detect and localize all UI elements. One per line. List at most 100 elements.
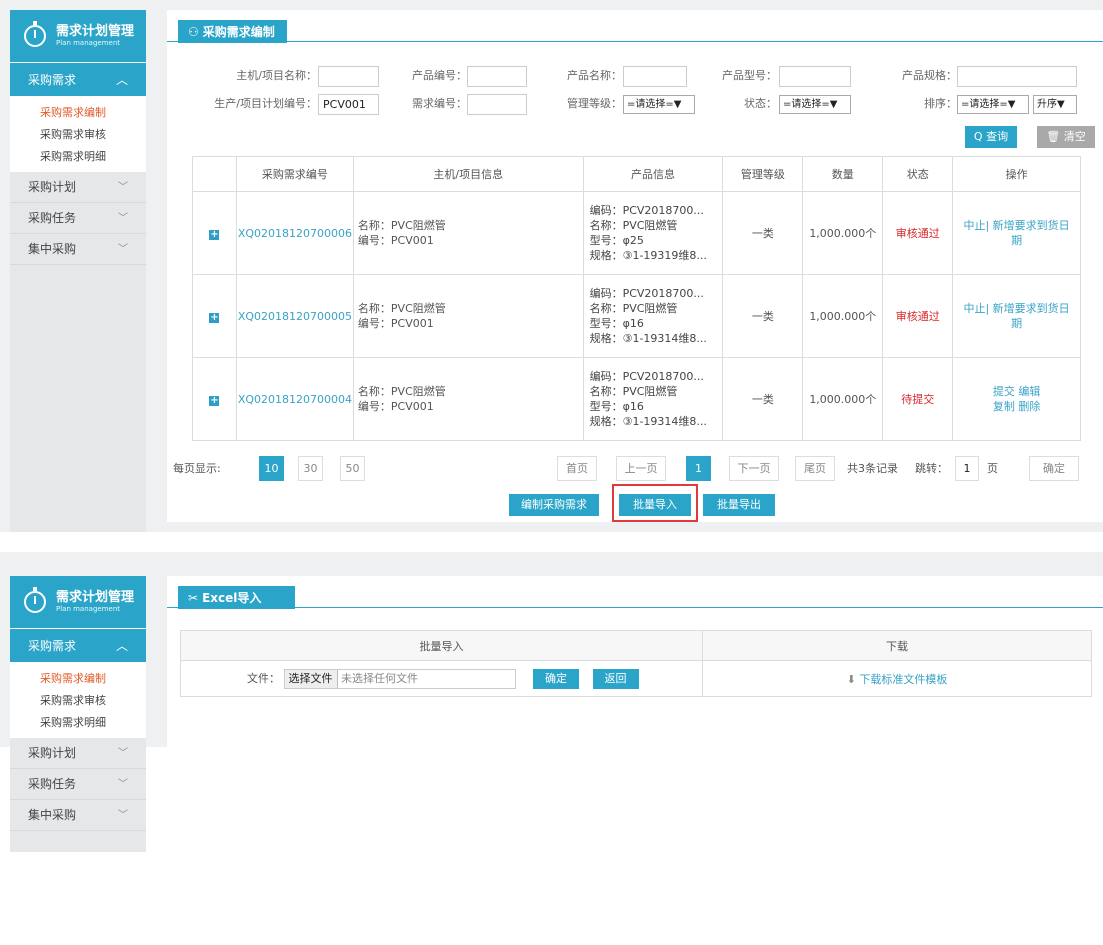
sidebar-group-demand[interactable]: 采购需求 ︿ (10, 62, 146, 96)
status-select[interactable]: =请选择=▼ (779, 95, 851, 114)
sidebar-item-label: 集中采购 (28, 242, 77, 256)
col-qty: 数量 (802, 156, 884, 192)
ops-link[interactable]: 中止| 新增要求到货日 (953, 301, 1080, 316)
sidebar-item-label: 集中采购 (28, 808, 77, 822)
product-name-input[interactable] (623, 66, 687, 87)
download-icon: ⬇ (846, 672, 856, 686)
level-cell: 一类 (722, 191, 804, 275)
batch-import-button[interactable]: 批量导入 (619, 494, 691, 516)
batch-export-button[interactable]: 批量导出 (703, 494, 775, 516)
col-product: 产品信息 (582, 156, 724, 192)
product-spec-input[interactable] (957, 66, 1077, 87)
product-model: 型号：φ25 (589, 234, 644, 247)
jump-input[interactable]: 1 (955, 456, 979, 481)
sidebar-item-demand-edit[interactable]: 采购需求编制 (10, 668, 146, 690)
sidebar-item-central[interactable]: 集中采购 ﹀ (10, 800, 146, 831)
demand-code-label: 需求编号： (412, 97, 467, 110)
plus-icon[interactable]: + (209, 229, 220, 240)
sidebar-header: 需求计划管理 Plan management (10, 10, 146, 62)
file-picker[interactable]: 选择文件 未选择任何文件 (283, 668, 516, 689)
choose-file-button[interactable]: 选择文件 (284, 669, 338, 688)
stopwatch-icon (24, 587, 46, 613)
chevron-up-icon: ︿ (115, 73, 128, 87)
back-button[interactable]: 返回 (592, 668, 639, 689)
ops-link[interactable]: 中止| 新增要求到货日 (953, 218, 1080, 233)
product-code: 编码：PCV2018700... (589, 287, 704, 300)
import-ok-button[interactable]: 确定 (533, 668, 579, 689)
plus-icon[interactable]: + (209, 312, 220, 323)
tab-excel-import[interactable]: ✂ Excel导入 (178, 586, 296, 609)
first-page-button[interactable]: 首页 (557, 456, 597, 481)
prev-page-button[interactable]: 上一页 (616, 456, 666, 481)
product-spec: 规格：③1-19314维8... (589, 415, 707, 428)
tab-bar: ⚇ 采购需求编制 (167, 10, 1103, 43)
sort-select[interactable]: =请选择=▼ (957, 95, 1029, 114)
demand-code-input[interactable] (467, 94, 527, 115)
ops-link[interactable]: 提交 编辑 (953, 384, 1080, 399)
clear-button[interactable]: 🗑 清空 (1037, 126, 1095, 148)
import-table: 批量导入 下载 文件： 选择文件 未选择任何文件 确定 返回 ⬇ 下载标准文件模… (180, 630, 1092, 697)
sidebar-item-task[interactable]: 采购任务 ﹀ (10, 769, 146, 800)
plus-icon[interactable]: + (209, 395, 220, 406)
sidebar-item-demand-detail[interactable]: 采购需求明细 (10, 712, 146, 734)
page-size-30[interactable]: 30 (298, 456, 323, 481)
sidebar-item-central[interactable]: 集中采购 ﹀ (10, 234, 146, 265)
sidebar-item-task[interactable]: 采购任务 ﹀ (10, 203, 146, 234)
tab-demand-edit[interactable]: ⚇ 采购需求编制 (178, 20, 287, 43)
sidebar-subtitle: Plan management (56, 38, 121, 47)
mgmt-level-select[interactable]: =请选择=▼ (623, 95, 695, 114)
order-select[interactable]: 升序▼ (1033, 95, 1077, 114)
sidebar-item-plan[interactable]: 采购计划 ﹀ (10, 172, 146, 203)
ops-cell: 中止| 新增要求到货日期 (952, 274, 1081, 358)
download-template-link[interactable]: 下载标准文件模板 (859, 673, 947, 686)
product-name-label: 产品名称： (567, 69, 622, 82)
sidebar-item-demand-review[interactable]: 采购需求审核 (10, 124, 146, 146)
ops-link[interactable]: 期 (953, 233, 1080, 248)
sidebar-item-demand-review[interactable]: 采购需求审核 (10, 690, 146, 712)
sidebar-group-label: 采购需求 (28, 73, 77, 87)
jump-confirm-button[interactable]: 确定 (1029, 456, 1079, 481)
tab-label: Excel导入 (202, 591, 262, 605)
edit-demand-button[interactable]: 编制采购需求 (509, 494, 599, 516)
stopwatch-icon (24, 21, 46, 47)
import-main: ✂ Excel导入 批量导入 下载 文件： 选择文件 未选择任何文件 确定 返回 … (167, 576, 1103, 747)
col-host: 主机/项目信息 (352, 156, 584, 192)
sidebar-item-demand-detail[interactable]: 采购需求明细 (10, 146, 146, 168)
jump-label: 跳转： (915, 462, 948, 475)
page-size-10[interactable]: 10 (259, 456, 284, 481)
demand-code-link[interactable]: XQ02018120700006 (235, 191, 354, 275)
product-code-input[interactable] (467, 66, 527, 87)
sidebar-title: 需求计划管理 (56, 23, 135, 39)
sidebar-sub-list: 采购需求编制 采购需求审核 采购需求明细 (10, 662, 146, 738)
download-cell: ⬇ 下载标准文件模板 (702, 660, 1092, 697)
page-size-50[interactable]: 50 (340, 456, 365, 481)
search-button[interactable]: Q 查询 (965, 126, 1017, 148)
sidebar-item-plan[interactable]: 采购计划 ﹀ (10, 738, 146, 769)
product-model: 型号：φ16 (589, 400, 644, 413)
ops-link[interactable]: 复制 删除 (953, 399, 1080, 414)
col-download: 下载 (702, 630, 1092, 661)
plan-code-input[interactable]: PCV001 (318, 94, 379, 115)
next-page-button[interactable]: 下一页 (729, 456, 779, 481)
product-name: 名称：PVC阻燃管 (589, 219, 678, 232)
file-label: 文件： (247, 671, 280, 685)
sidebar-item-demand-edit[interactable]: 采购需求编制 (10, 102, 146, 124)
host-name: 名称：PVC阻燃管 (357, 302, 446, 315)
host-name-input[interactable] (318, 66, 379, 87)
sidebar-group-demand[interactable]: 采购需求 ︿ (10, 628, 146, 662)
no-file-text: 未选择任何文件 (341, 671, 418, 685)
demand-code-link[interactable]: XQ02018120700004 (235, 357, 354, 441)
ops-link[interactable]: 期 (953, 316, 1080, 331)
product-model-input[interactable] (779, 66, 851, 87)
level-cell: 一类 (722, 357, 804, 441)
demand-code-link[interactable]: XQ02018120700005 (235, 274, 354, 358)
col-ops: 操作 (952, 156, 1081, 192)
sidebar-sub-list: 采购需求编制 采购需求审核 采购需求明细 (10, 96, 146, 172)
current-page-button[interactable]: 1 (686, 456, 711, 481)
product-spec: 规格：③1-19314维8... (589, 332, 707, 345)
last-page-button[interactable]: 尾页 (795, 456, 835, 481)
expand-cell: + (192, 274, 237, 358)
host-info-cell: 名称：PVC阻燃管 编号：PCV001 (352, 357, 584, 441)
status-cell: 审核通过 (882, 191, 954, 275)
qty-cell: 1,000.000个 (802, 191, 884, 275)
